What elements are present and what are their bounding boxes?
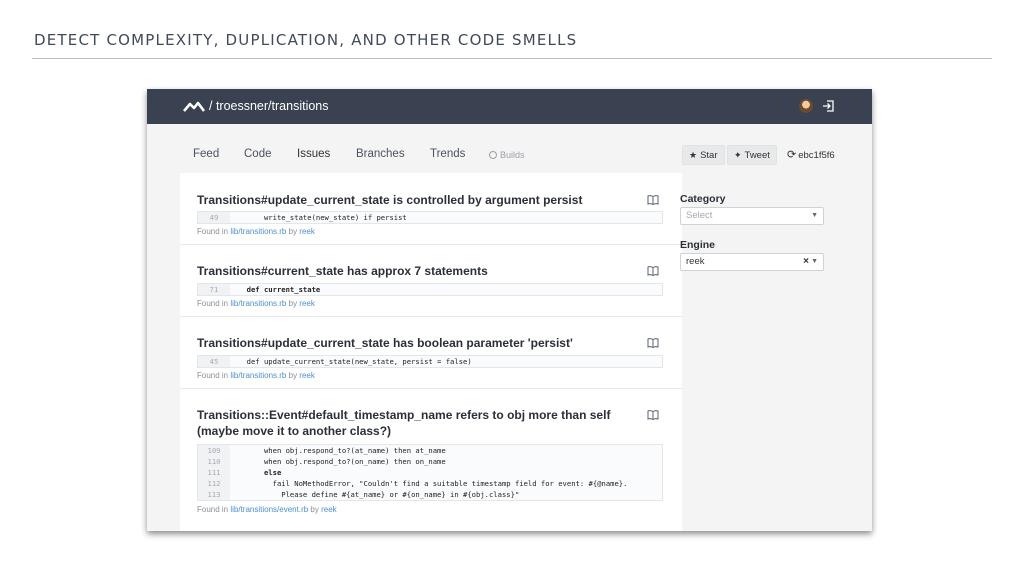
twitter-icon: ✦ <box>734 150 742 160</box>
title-divider <box>32 58 992 59</box>
book-icon[interactable] <box>647 410 659 420</box>
book-icon[interactable] <box>647 266 659 276</box>
code-text: else <box>238 468 282 477</box>
code-line: 49 write_state(new_state) if persist <box>198 212 662 223</box>
issue-title[interactable]: Transitions#update_current_state is cont… <box>197 192 617 208</box>
found-prefix: Found in <box>197 227 231 236</box>
line-number: 109 <box>198 445 230 456</box>
issue-item: Transitions::Event#default_timestamp_nam… <box>180 389 682 531</box>
book-icon[interactable] <box>647 195 659 205</box>
code-text: fail NoMethodError, "Couldn't find a sui… <box>238 479 628 488</box>
issue-title[interactable]: Transitions#update_current_state has boo… <box>197 335 617 351</box>
line-number: 49 <box>198 212 230 223</box>
code-line: 71 def current_state <box>198 284 662 295</box>
issue-item: Transitions#update_current_state is cont… <box>180 173 682 245</box>
tab-code[interactable]: Code <box>244 148 272 160</box>
engine-label: Engine <box>680 239 716 251</box>
file-link[interactable]: lib/transitions.rb <box>230 299 286 308</box>
found-prefix: Found in <box>197 505 231 514</box>
line-number: 110 <box>198 456 230 467</box>
engine-link[interactable]: reek <box>299 371 315 380</box>
code-line: 112 fail NoMethodError, "Couldn't find a… <box>198 478 662 489</box>
engine-select[interactable]: reek × ▼ <box>680 253 824 271</box>
slide-title: DETECT COMPLEXITY, DUPLICATION, AND OTHE… <box>34 31 578 49</box>
by-text: by <box>286 371 300 380</box>
line-number: 113 <box>198 489 230 500</box>
code-text: def current_state <box>238 285 321 294</box>
by-text: by <box>286 299 300 308</box>
engine-value: reek <box>686 256 705 267</box>
category-label: Category <box>680 193 726 205</box>
star-button[interactable]: ★ Star <box>682 145 725 165</box>
found-prefix: Found in <box>197 371 231 380</box>
engine-link[interactable]: reek <box>299 299 315 308</box>
issue-item: Transitions#update_current_state has boo… <box>180 317 682 389</box>
star-label: Star <box>700 150 718 161</box>
tab-trends[interactable]: Trends <box>430 148 465 160</box>
commit-label: ebc1f5f6 <box>798 150 835 161</box>
commit-sha[interactable]: ⟳ ebc1f5f6 <box>787 148 835 161</box>
tweet-button[interactable]: ✦ Tweet <box>727 145 777 165</box>
issue-location: Found in lib/transitions.rb by reek <box>197 371 315 380</box>
chevron-down-icon: ▼ <box>811 258 818 265</box>
file-link[interactable]: lib/transitions.rb <box>230 227 286 236</box>
issue-item: Transitions#current_state has approx 7 s… <box>180 245 682 317</box>
code-line: 45 def update_current_state(new_state, p… <box>198 356 662 367</box>
line-number: 71 <box>198 284 230 295</box>
repo-breadcrumb[interactable]: / troessner/transitions <box>209 99 329 113</box>
code-snippet: 49 write_state(new_state) if persist <box>197 211 663 224</box>
issue-location: Found in lib/transitions/event.rb by ree… <box>197 505 337 514</box>
issues-list: Transitions#update_current_state is cont… <box>180 173 682 531</box>
code-snippet: 45 def update_current_state(new_state, p… <box>197 355 663 368</box>
app-screenshot: / troessner/transitions Feed Code Issues… <box>147 89 872 531</box>
tab-branches[interactable]: Branches <box>356 148 405 160</box>
file-link[interactable]: lib/transitions/event.rb <box>230 505 308 514</box>
line-number: 112 <box>198 478 230 489</box>
star-icon: ★ <box>689 150 698 160</box>
code-text: when obj.respond_to?(at_name) then at_na… <box>238 446 446 455</box>
code-snippet: 109 when obj.respond_to?(at_name) then a… <box>197 444 663 501</box>
issue-location: Found in lib/transitions.rb by reek <box>197 227 315 236</box>
sign-out-icon[interactable] <box>821 99 835 113</box>
builds-label: Builds <box>500 150 525 160</box>
engine-link[interactable]: reek <box>299 227 315 236</box>
file-link[interactable]: lib/transitions.rb <box>230 371 286 380</box>
code-text: when obj.respond_to?(on_name) then on_na… <box>238 457 446 466</box>
chevron-down-icon: ▼ <box>811 212 818 219</box>
found-prefix: Found in <box>197 299 231 308</box>
top-bar: / troessner/transitions <box>147 89 872 124</box>
engine-link[interactable]: reek <box>321 505 337 514</box>
codeclimate-logo-icon[interactable] <box>183 99 205 113</box>
category-placeholder: Select <box>686 210 713 221</box>
builds-icon <box>489 151 497 159</box>
tab-builds[interactable]: Builds <box>489 150 525 160</box>
issue-title[interactable]: Transitions#current_state has approx 7 s… <box>197 263 617 279</box>
issue-title[interactable]: Transitions::Event#default_timestamp_nam… <box>197 407 617 439</box>
line-number: 45 <box>198 356 230 367</box>
code-line: 113 Please define #{at_name} or #{on_nam… <box>198 489 662 500</box>
tab-feed[interactable]: Feed <box>193 148 219 160</box>
code-snippet: 71 def current_state <box>197 283 663 296</box>
tab-issues[interactable]: Issues <box>297 148 330 160</box>
user-avatar[interactable] <box>799 99 813 113</box>
by-text: by <box>308 505 322 514</box>
tweet-label: Tweet <box>744 150 770 161</box>
by-text: by <box>286 227 300 236</box>
code-line: 109 when obj.respond_to?(at_name) then a… <box>198 445 662 456</box>
code-line: 111 else <box>198 467 662 478</box>
refresh-icon: ⟳ <box>787 149 797 161</box>
clear-icon[interactable]: × <box>803 254 809 270</box>
code-text: Please define #{at_name} or #{on_name} i… <box>238 490 520 499</box>
code-text: write_state(new_state) if persist <box>238 213 407 222</box>
category-select[interactable]: Select ▼ <box>680 207 824 225</box>
code-text: def update_current_state(new_state, pers… <box>238 357 472 366</box>
code-line: 110 when obj.respond_to?(on_name) then o… <box>198 456 662 467</box>
book-icon[interactable] <box>647 338 659 348</box>
line-number: 111 <box>198 467 230 478</box>
issue-location: Found in lib/transitions.rb by reek <box>197 299 315 308</box>
